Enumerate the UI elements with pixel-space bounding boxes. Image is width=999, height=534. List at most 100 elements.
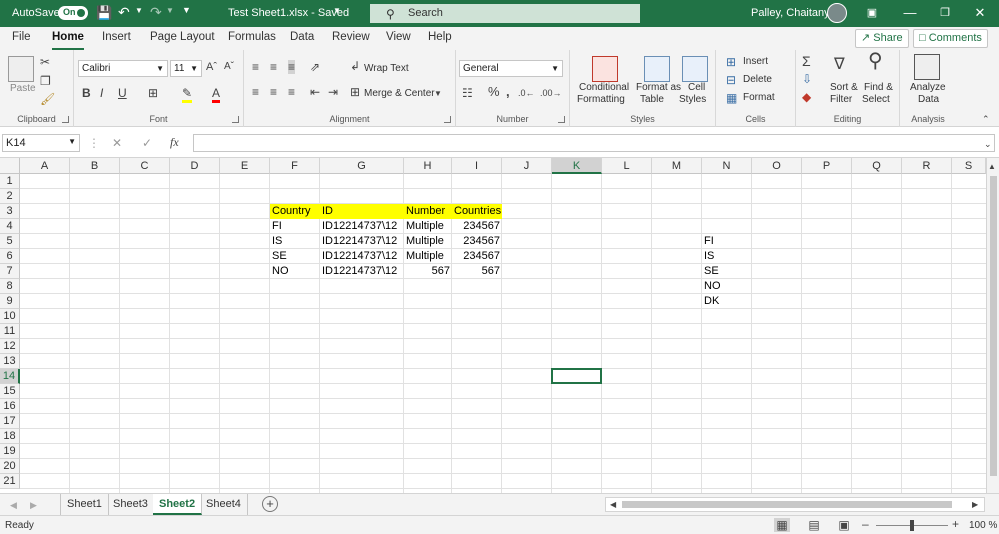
cell-i5[interactable]: 234567	[452, 234, 502, 249]
user-name[interactable]: Palley, Chaitanya	[751, 7, 836, 19]
row-header-21[interactable]: 21	[0, 474, 20, 489]
sheet-tab-sheet2[interactable]: Sheet2	[153, 494, 203, 515]
orientation-icon[interactable]: ⇗	[310, 60, 320, 74]
column-header-o[interactable]: O	[752, 158, 802, 174]
format-as-table-button[interactable]: Format as	[636, 82, 681, 93]
cell-f6[interactable]: SE	[270, 249, 320, 264]
insert-function-icon[interactable]: fx	[170, 135, 179, 149]
column-header-h[interactable]: H	[404, 158, 452, 174]
autosum-icon[interactable]: Σ	[802, 54, 811, 68]
align-middle-icon[interactable]: ≡	[270, 60, 277, 74]
row-header-2[interactable]: 2	[0, 189, 20, 204]
column-header-a[interactable]: A	[20, 158, 70, 174]
align-center-icon[interactable]: ≡	[270, 85, 277, 99]
column-header-q[interactable]: Q	[852, 158, 902, 174]
clipboard-launcher-icon[interactable]	[62, 116, 69, 123]
insert-button[interactable]: Insert	[743, 56, 768, 67]
column-header-i[interactable]: I	[452, 158, 502, 174]
cell-styles-button[interactable]: Cell	[688, 82, 705, 93]
sheet-tab-sheet4[interactable]: Sheet4	[200, 494, 248, 515]
tab-home[interactable]: Home	[52, 31, 84, 50]
cell-g3[interactable]: ID	[320, 204, 404, 219]
row-header-16[interactable]: 16	[0, 399, 20, 414]
undo-icon[interactable]: ↶	[118, 4, 130, 21]
column-header-l[interactable]: L	[602, 158, 652, 174]
restore-icon[interactable]: ❐	[930, 4, 960, 22]
font-size-select[interactable]: 11 ▼	[170, 60, 202, 77]
cell-styles-icon[interactable]	[682, 56, 708, 82]
autosave-toggle[interactable]: On	[58, 6, 88, 20]
cell-g5[interactable]: ID12214737\12	[320, 234, 404, 249]
row-header-4[interactable]: 4	[0, 219, 20, 234]
font-launcher-icon[interactable]	[232, 116, 239, 123]
cell-g4[interactable]: ID12214737\12	[320, 219, 404, 234]
conditional-formatting-button[interactable]: Conditional	[579, 82, 629, 93]
column-header-s[interactable]: S	[952, 158, 986, 174]
normal-view-icon[interactable]: ▦	[774, 518, 790, 532]
row-header-14[interactable]: 14	[0, 369, 20, 384]
row-header-17[interactable]: 17	[0, 414, 20, 429]
analyze-data-icon[interactable]	[914, 54, 940, 80]
decrease-decimal-icon[interactable]: .00→	[540, 86, 562, 100]
fill-icon[interactable]: ⇩	[802, 72, 812, 86]
column-header-g[interactable]: G	[320, 158, 404, 174]
row-header-11[interactable]: 11	[0, 324, 20, 339]
scroll-left-icon[interactable]: ◀	[610, 498, 616, 512]
number-launcher-icon[interactable]	[558, 116, 565, 123]
search-box[interactable]: ⚲ Search	[370, 4, 640, 23]
insert-cells-icon[interactable]: ⊞	[726, 55, 736, 69]
cell-n9[interactable]: DK	[702, 294, 752, 309]
paste-icon[interactable]	[8, 56, 34, 82]
increase-indent-icon[interactable]: ⇥	[328, 85, 338, 99]
zoom-level[interactable]: 100 %	[969, 520, 997, 531]
close-icon[interactable]: ✕	[965, 4, 995, 22]
prev-sheet-icon[interactable]: ◀	[10, 498, 17, 512]
delete-button[interactable]: Delete	[743, 74, 772, 85]
add-sheet-icon[interactable]: +	[262, 496, 278, 512]
row-header-8[interactable]: 8	[0, 279, 20, 294]
align-bottom-icon[interactable]: ≡	[288, 60, 296, 74]
tab-view[interactable]: View	[386, 31, 411, 43]
zoom-slider-thumb[interactable]	[910, 520, 914, 531]
percent-icon[interactable]: %	[488, 85, 500, 99]
align-top-icon[interactable]: ≡	[252, 60, 259, 74]
tab-formulas[interactable]: Formulas	[228, 31, 276, 43]
column-header-f[interactable]: F	[270, 158, 320, 174]
font-name-select[interactable]: Calibri ▼	[78, 60, 168, 77]
cell-f7[interactable]: NO	[270, 264, 320, 279]
column-header-r[interactable]: R	[902, 158, 952, 174]
tab-help[interactable]: Help	[428, 31, 452, 43]
name-box[interactable]: K14 ▼	[2, 134, 80, 152]
wrap-text-icon[interactable]: ↲	[350, 59, 360, 73]
zoom-out-icon[interactable]: –	[862, 517, 869, 531]
cell-i3[interactable]: Countries	[452, 204, 502, 219]
find-select-icon[interactable]: ⚲	[868, 51, 883, 71]
share-button[interactable]: ↗ Share	[855, 29, 909, 48]
formula-input[interactable]	[193, 134, 995, 152]
paste-button[interactable]: Paste	[10, 83, 36, 94]
tab-data[interactable]: Data	[290, 31, 314, 43]
cell-h6[interactable]: Multiple	[404, 249, 452, 264]
cell-f5[interactable]: IS	[270, 234, 320, 249]
column-header-p[interactable]: P	[802, 158, 852, 174]
align-left-icon[interactable]: ≡	[252, 85, 259, 99]
number-format-select[interactable]: General ▼	[459, 60, 563, 77]
cell-h4[interactable]: Multiple	[404, 219, 452, 234]
fill-color-icon[interactable]: ✎	[182, 86, 193, 103]
cell-n8[interactable]: NO	[702, 279, 752, 294]
cell-g6[interactable]: ID12214737\12	[320, 249, 404, 264]
chevron-down-icon[interactable]: ▼	[434, 87, 442, 101]
cell-n7[interactable]: SE	[702, 264, 752, 279]
worksheet-grid[interactable]: ABCDEFGHIJKLMNOPQRS 1 2 3 4 5 6 7 8 9 10 11 12 13 14 1…	[0, 158, 999, 493]
conditional-formatting-icon[interactable]	[592, 56, 618, 82]
cell-i6[interactable]: 234567	[452, 249, 502, 264]
decrease-indent-icon[interactable]: ⇤	[310, 85, 320, 99]
horizontal-scrollbar[interactable]: ◀ ▶	[605, 497, 985, 512]
merge-center-button[interactable]: Merge & Center	[364, 88, 435, 99]
bold-button[interactable]: B	[82, 86, 91, 100]
row-header-3[interactable]: 3	[0, 204, 20, 219]
undo-dropdown-icon[interactable]: ▼	[135, 6, 143, 15]
customize-toolbar-icon[interactable]: ▼	[182, 5, 191, 15]
redo-dropdown-icon[interactable]: ▼	[166, 6, 174, 15]
expand-formula-icon[interactable]: ⌄	[984, 137, 992, 151]
